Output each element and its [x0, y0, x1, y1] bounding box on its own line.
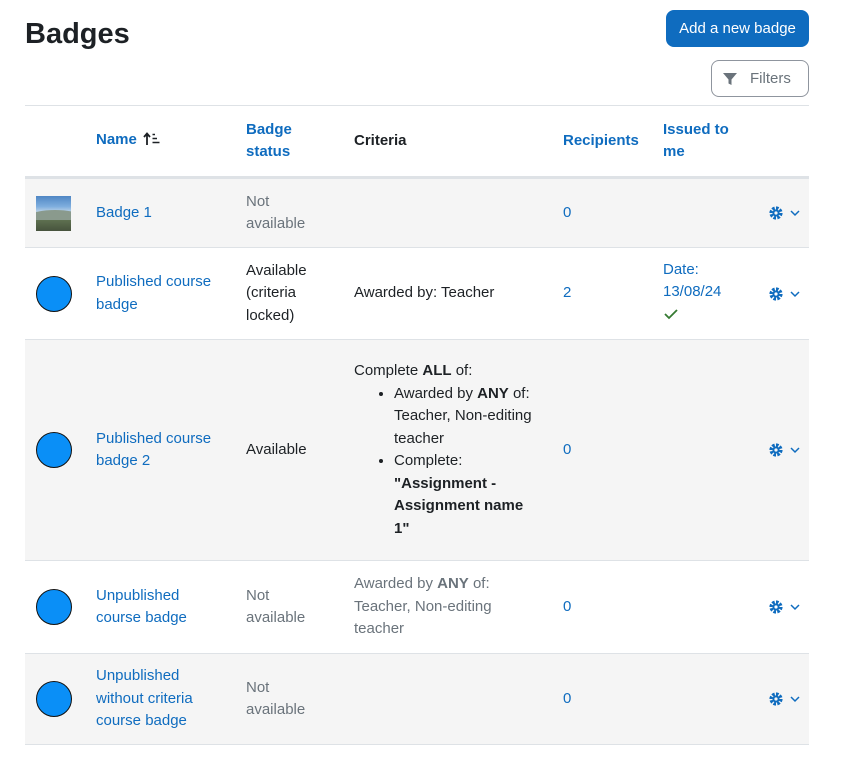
gear-icon — [768, 286, 784, 302]
gear-icon — [768, 691, 784, 707]
actions-menu-button[interactable] — [758, 442, 809, 458]
badge-image-cell — [25, 654, 85, 745]
gear-icon — [768, 442, 784, 458]
badges-page: Badges Add a new badge Filters Name Badg… — [0, 0, 848, 763]
list-item: Awarded by ANY of: Teacher, Non-editing … — [394, 383, 552, 451]
issued-to-me — [652, 178, 747, 248]
table-row: Published course badge 2 Available Compl… — [25, 339, 809, 561]
actions-menu-button[interactable] — [758, 286, 809, 302]
filter-icon — [722, 71, 738, 87]
header-image — [25, 106, 85, 178]
criteria-list: Awarded by ANY of: Teacher, Non-editing … — [354, 383, 552, 541]
recipients-link[interactable]: 0 — [563, 598, 571, 615]
chevron-down-icon — [789, 603, 800, 611]
table-row: Unpublished without criteria course badg… — [25, 653, 809, 745]
issued-to-me: Date: 13/08/24 — [652, 248, 747, 340]
recipients-link[interactable]: 2 — [563, 284, 571, 301]
sort-ascending-icon — [143, 131, 161, 154]
badge-status: Not available — [246, 678, 306, 719]
badge-criteria: Awarded by: Teacher — [354, 284, 495, 302]
badge-name-link[interactable]: Published course badge — [96, 273, 211, 313]
badge-status: Not available — [246, 586, 306, 627]
badge-image — [36, 589, 72, 625]
page-title: Badges — [25, 18, 130, 50]
badge-status: Not available — [246, 192, 306, 233]
list-item: Complete: "Assignment - Assignment name … — [394, 450, 552, 540]
add-new-badge-button[interactable]: Add a new badge — [666, 10, 809, 47]
gear-icon — [768, 205, 784, 221]
badge-criteria: Awarded by ANY of: Teacher, Non-editing … — [354, 575, 492, 638]
recipients-link[interactable]: 0 — [563, 690, 571, 707]
badge-name-link[interactable]: Unpublished course badge — [96, 587, 187, 627]
table-header-row: Name Badge status Criteria Recipients Is… — [25, 105, 809, 178]
header-recipients[interactable]: Recipients — [552, 106, 652, 178]
badge-name-link[interactable]: Unpublished without criteria course badg… — [96, 667, 193, 729]
header-badge-status-link[interactable]: Badge status — [246, 121, 292, 161]
actions-menu-button[interactable] — [758, 205, 809, 221]
badge-criteria — [343, 654, 552, 745]
recipients-link[interactable]: 0 — [563, 441, 571, 458]
badge-status: Available — [246, 440, 307, 458]
header-issued-to-me[interactable]: Issued to me — [652, 106, 747, 178]
badge-name-link[interactable]: Published course badge 2 — [96, 430, 211, 470]
header-badge-status[interactable]: Badge status — [235, 106, 343, 178]
filters-button[interactable]: Filters — [711, 60, 809, 97]
issued-to-me — [652, 561, 747, 654]
actions-menu-button[interactable] — [758, 599, 809, 615]
table-row: Badge 1 Not available 0 — [25, 177, 809, 248]
header-actions — [747, 106, 809, 178]
badge-criteria — [343, 178, 552, 248]
badge-image — [36, 195, 71, 231]
actions-menu-button[interactable] — [758, 691, 809, 707]
header-recipients-link[interactable]: Recipients — [563, 132, 639, 149]
header-name-label: Name — [96, 130, 137, 148]
chevron-down-icon — [789, 290, 800, 298]
badges-table: Name Badge status Criteria Recipients Is… — [25, 105, 809, 745]
badge-image — [36, 432, 72, 468]
chevron-down-icon — [789, 209, 800, 217]
badge-status: Available (criteria locked) — [246, 261, 307, 324]
table-row: Unpublished course badge Not available A… — [25, 560, 809, 654]
header-issued-to-me-link[interactable]: Issued to me — [663, 121, 729, 161]
chevron-down-icon — [789, 446, 800, 454]
issued-to-me — [652, 654, 747, 745]
issued-to-me — [652, 340, 747, 561]
badge-image-cell — [25, 248, 85, 340]
header-name[interactable]: Name — [85, 106, 235, 178]
check-icon — [663, 306, 747, 329]
header-criteria: Criteria — [354, 131, 407, 149]
recipients-link[interactable]: 0 — [563, 204, 571, 221]
badge-name-link[interactable]: Badge 1 — [96, 204, 152, 221]
gear-icon — [768, 599, 784, 615]
chevron-down-icon — [789, 695, 800, 703]
badge-criteria: Complete ALL of: Awarded by ANY of: Teac… — [343, 340, 552, 561]
badge-image-cell — [25, 340, 85, 561]
header-name-link[interactable]: Name — [96, 131, 141, 148]
badge-image — [36, 275, 72, 312]
badge-image — [36, 681, 72, 717]
badge-image-cell — [25, 561, 85, 654]
badge-image-cell — [25, 178, 85, 248]
filters-label: Filters — [750, 70, 791, 87]
table-row: Published course badge Available (criter… — [25, 247, 809, 340]
